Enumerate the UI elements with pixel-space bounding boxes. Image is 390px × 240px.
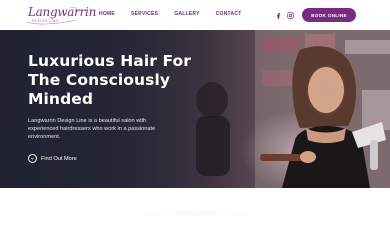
hero-title-line-1: Luxurious Hair For [28, 52, 192, 70]
hero-title-line-3: Minded [28, 90, 94, 108]
hero-description: Langwarrin Design Line is a beautiful sa… [28, 118, 156, 140]
logo-subtitle: DESIGN LINE [32, 19, 59, 23]
faint-divider [120, 210, 270, 216]
nav-item-home[interactable]: HOME [99, 11, 115, 17]
main-nav: HOME SERVICES GALLERY CONTACT [99, 11, 258, 17]
instagram-icon[interactable] [285, 10, 295, 20]
nav-item-contact[interactable]: CONTACT [216, 11, 242, 17]
brand-logo[interactable]: Langwarrin DESIGN LINE [24, 4, 96, 26]
book-online-button[interactable]: BOOK ONLINE [302, 8, 356, 22]
chevron-down-icon [28, 154, 37, 163]
hero-title: Luxurious Hair For The Consciously Minde… [28, 52, 208, 109]
logo-text: Langwarrin [28, 5, 96, 19]
facebook-icon[interactable] [273, 10, 283, 20]
find-out-more-link[interactable]: Find Out More [28, 154, 77, 163]
nav-item-gallery[interactable]: GALLERY [174, 11, 199, 17]
site-header: Langwarrin DESIGN LINE HOME SERVICES GAL… [0, 0, 390, 30]
find-out-more-label: Find Out More [41, 155, 77, 162]
hero-title-line-2: The Consciously [28, 71, 171, 89]
nav-item-services[interactable]: SERVICES [131, 11, 158, 17]
